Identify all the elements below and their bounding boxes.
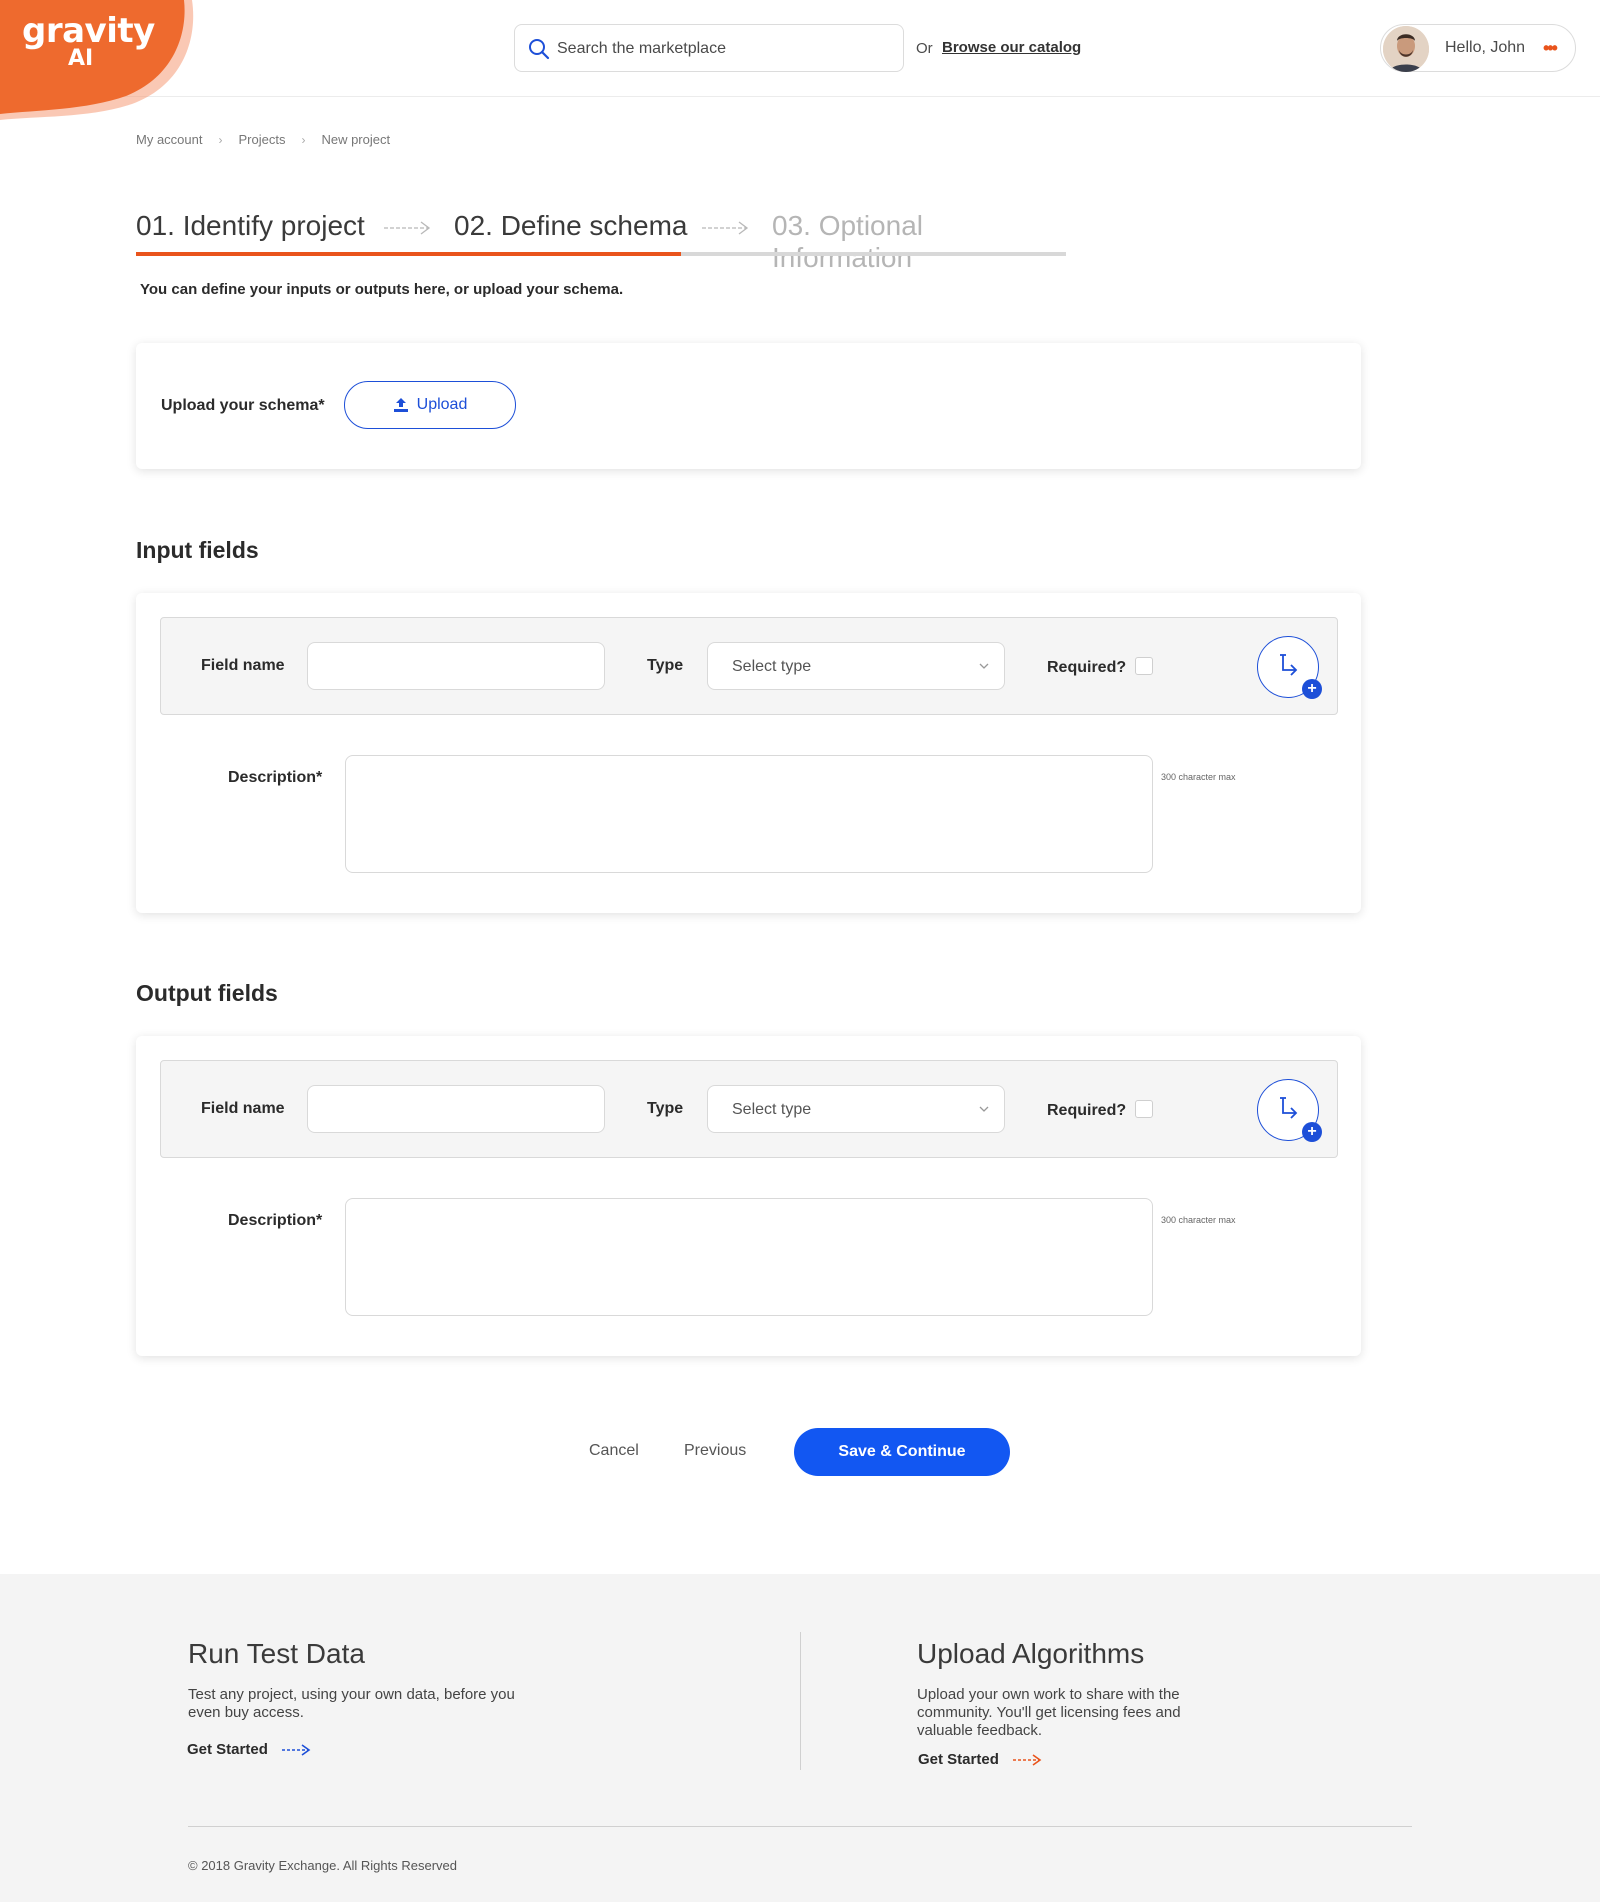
previous-button[interactable]: Previous [684,1442,746,1460]
upload-icon [393,398,408,412]
breadcrumb-new-project: New project [321,132,391,147]
required-label: Required? [1047,1102,1127,1119]
step-arrow-icon [702,221,749,235]
user-photo [1383,26,1429,72]
arrow-right-icon [1012,1753,1042,1766]
or-text: Or [916,40,933,57]
save-continue-button[interactable]: Save & Continue [794,1428,1010,1476]
step-progress-bar [136,252,1066,256]
arrow-right-icon [281,1743,311,1756]
output-field-row: Field name Type Select type Required? + [160,1060,1338,1158]
upload-schema-label: Upload your schema* [161,397,325,414]
chevron-right-icon: › [301,132,306,147]
description-label: Description* [228,1212,323,1229]
logo-sub-wordmark: AI [68,46,94,71]
footer: Run Test Data Test any project, using yo… [0,1574,1600,1902]
promo-upload-algorithms-text: Upload your own work to share with the c… [917,1686,1181,1739]
cancel-button[interactable]: Cancel [589,1442,639,1460]
get-started-label: Get Started [918,1751,999,1768]
input-fields-title: Input fields [136,537,259,563]
output-fields-title: Output fields [136,980,278,1006]
description-label: Description* [228,769,323,786]
step-progress-fill [136,252,681,256]
search-input[interactable] [557,35,887,63]
select-value: Select type [732,1101,812,1118]
promo-upload-algorithms-title: Upload Algorithms [917,1638,1145,1669]
step-optional-information[interactable]: 03. Optional Information [772,210,1066,274]
output-type-select[interactable]: Select type [707,1085,1005,1133]
char-limit-hint: 300 character max [1161,1215,1236,1225]
output-field-name-input[interactable] [307,1085,605,1133]
brand-logo[interactable]: gravity AI [0,0,200,125]
browse-catalog-link[interactable]: Browse our catalog [942,39,1081,56]
promo-run-test-data-text: Test any project, using your own data, b… [188,1686,515,1721]
select-value: Select type [732,658,812,675]
plus-icon: + [1302,1122,1322,1142]
required-label: Required? [1047,659,1127,676]
chevron-down-icon [979,1106,989,1112]
upload-schema-card: Upload your schema* Upload [136,343,1361,469]
intro-text: You can define your inputs or outputs he… [140,281,624,298]
user-menu[interactable]: Hello, John ••• [1380,24,1576,72]
copyright-text: © 2018 Gravity Exchange. All Rights Rese… [188,1858,457,1873]
avatar [1383,26,1429,72]
breadcrumb-projects[interactable]: Projects [238,132,285,147]
type-label: Type [647,657,684,674]
upload-button[interactable]: Upload [344,381,516,429]
chevron-down-icon [979,663,989,669]
promo-run-test-data-title: Run Test Data [188,1638,365,1669]
run-test-data-get-started-link[interactable]: Get Started [187,1741,312,1758]
step-define-schema[interactable]: 02. Define schema [454,210,687,242]
input-description-textarea[interactable] [345,755,1153,873]
chevron-right-icon: › [218,132,223,147]
add-input-field-button[interactable]: + [1257,636,1322,699]
char-limit-hint: 300 character max [1161,772,1236,782]
more-options-icon[interactable]: ••• [1543,38,1558,59]
user-greeting: Hello, John [1445,39,1526,56]
search-icon [529,39,550,60]
output-required-checkbox[interactable] [1135,1100,1153,1118]
type-label: Type [647,1100,684,1117]
output-fields-card: Field name Type Select type Required? + … [136,1036,1361,1356]
top-header: gravity AI Or Browse our catalog Hello, … [0,0,1600,120]
promo-divider [800,1632,801,1770]
search-bar[interactable] [514,24,904,72]
input-field-row: Field name Type Select type Required? + [160,617,1338,715]
input-required-checkbox[interactable] [1135,657,1153,675]
input-fields-card: Field name Type Select type Required? + … [136,593,1361,913]
add-output-field-button[interactable]: + [1257,1079,1322,1142]
plus-icon: + [1302,679,1322,699]
field-name-label: Field name [201,1100,285,1117]
input-field-name-input[interactable] [307,642,605,690]
step-identify-project[interactable]: 01. Identify project [136,210,365,242]
field-name-label: Field name [201,657,285,674]
upload-button-label: Upload [416,396,468,413]
breadcrumb: My account › Projects › New project [136,132,390,147]
input-type-select[interactable]: Select type [707,642,1005,690]
footer-divider [188,1826,1412,1827]
output-description-textarea[interactable] [345,1198,1153,1316]
breadcrumb-my-account[interactable]: My account [136,132,202,147]
get-started-label: Get Started [187,1741,268,1758]
upload-algorithms-get-started-link[interactable]: Get Started [918,1751,1043,1768]
step-arrow-icon [384,221,431,235]
logo-wordmark: gravity [22,11,155,51]
